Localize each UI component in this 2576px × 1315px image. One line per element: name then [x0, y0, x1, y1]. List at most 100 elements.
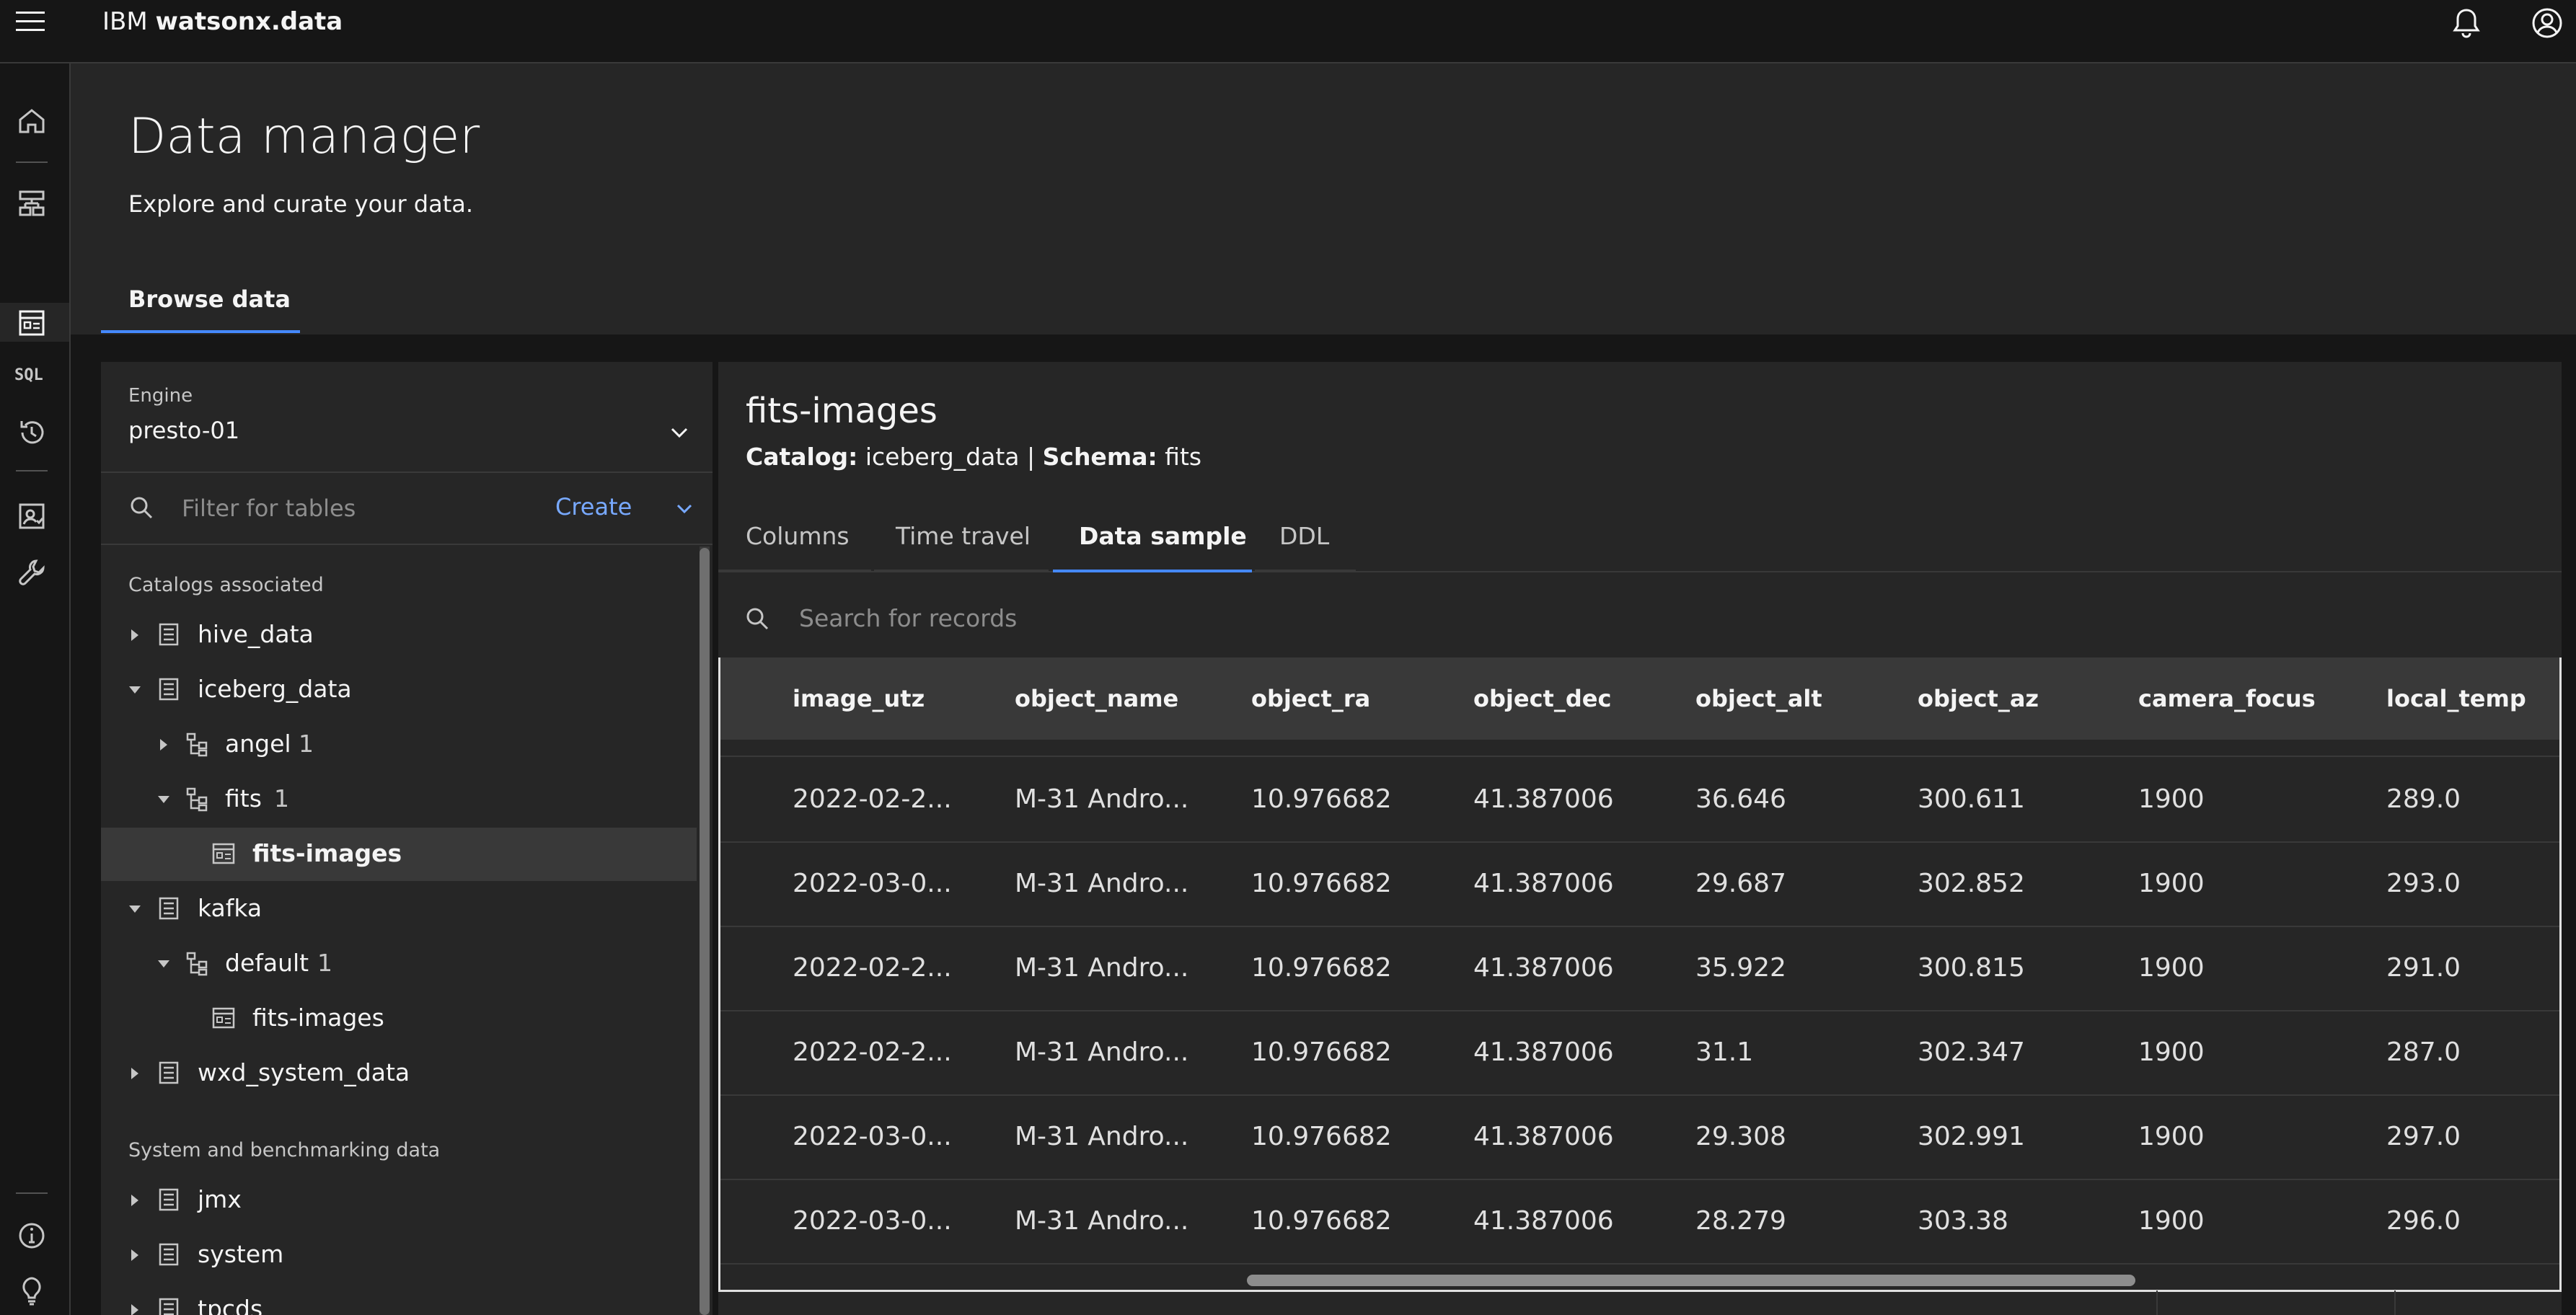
- caret-right-icon[interactable]: [127, 1192, 143, 1208]
- tree-node-label: angel: [225, 730, 291, 758]
- filter-tables-input[interactable]: [182, 490, 542, 526]
- sql-icon[interactable]: SQL: [14, 366, 43, 384]
- tree-node-label: default: [225, 949, 309, 977]
- rail-divider: [16, 1192, 48, 1194]
- tree-node-tpcds[interactable]: tpcds: [101, 1283, 697, 1315]
- infrastructure-icon[interactable]: [16, 187, 48, 219]
- caret-right-icon[interactable]: [127, 1066, 143, 1081]
- lightbulb-icon[interactable]: [16, 1275, 48, 1306]
- search-icon: [746, 608, 769, 630]
- configurations-icon[interactable]: [16, 557, 48, 588]
- table-cell: 41.387006: [1473, 1122, 1614, 1151]
- bell-icon[interactable]: [2449, 6, 2484, 40]
- table-row[interactable]: 2022-02-2... M-31 Andro... 10.976682 41.…: [720, 1011, 2559, 1096]
- caret-down-icon[interactable]: [127, 901, 143, 917]
- schema-icon: [186, 732, 208, 757]
- query-history-icon[interactable]: [16, 417, 48, 448]
- tree-node-fits-images[interactable]: fits-images: [101, 992, 697, 1045]
- records-search-bar: [718, 581, 2562, 655]
- tree-scrollbar-thumb[interactable]: [700, 548, 710, 1315]
- table-row[interactable]: 2022-02-2... M-31 Andro... 10.976682 41.…: [720, 758, 2559, 843]
- column-header[interactable]: object_az: [1918, 685, 2039, 712]
- tab-browse-data[interactable]: Browse data: [101, 277, 300, 333]
- tree-node-fits-images-selected[interactable]: fits-images: [101, 828, 697, 881]
- catalogs-section-label: Catalogs associated: [128, 574, 324, 596]
- table-cell: 2022-03-0...: [793, 1122, 952, 1151]
- caret-right-icon[interactable]: [156, 737, 172, 753]
- caret-right-icon[interactable]: [127, 627, 143, 643]
- table-cell: M-31 Andro...: [1015, 953, 1189, 983]
- table-cell: M-31 Andro...: [1015, 1206, 1189, 1236]
- info-icon[interactable]: [16, 1220, 48, 1252]
- page-header: Data manager Explore and curate your dat…: [71, 63, 2576, 335]
- tree-node-angel[interactable]: angel 1: [101, 718, 697, 771]
- catalog-icon: [159, 623, 179, 646]
- table-row[interactable]: 2022-02-2... M-31 Andro... 10.976682 41.…: [720, 927, 2559, 1011]
- table-cell: 10.976682: [1251, 869, 1392, 898]
- tab-label: Time travel: [896, 522, 1031, 550]
- tab-data-sample[interactable]: Data sample: [1053, 503, 1252, 572]
- caret-right-icon[interactable]: [127, 1247, 143, 1263]
- column-header[interactable]: camera_focus: [2138, 685, 2316, 712]
- table-title: fits-images: [746, 391, 938, 431]
- horizontal-scrollbar[interactable]: [1247, 1275, 2135, 1286]
- search-records-input[interactable]: [799, 600, 1809, 636]
- tree-node-jmx[interactable]: jmx: [101, 1174, 697, 1227]
- tree-node-label: tpcds: [198, 1295, 263, 1315]
- table-cell: 10.976682: [1251, 784, 1392, 814]
- tab-time-travel[interactable]: Time travel: [874, 503, 1049, 572]
- table-cell: 31.1: [1695, 1037, 1754, 1067]
- engine-dropdown[interactable]: presto-01: [128, 417, 239, 444]
- table-cell: 29.687: [1695, 869, 1786, 898]
- column-header[interactable]: local_temp: [2386, 685, 2526, 712]
- tab-columns[interactable]: Columns: [718, 503, 871, 572]
- caret-right-icon[interactable]: [127, 1302, 143, 1315]
- column-header[interactable]: object_dec: [1473, 685, 1611, 712]
- catalog-icon: [159, 1188, 179, 1211]
- tree-node-fits[interactable]: fits 1: [101, 773, 697, 826]
- tree-node-label: fits-images: [252, 1004, 384, 1032]
- tree-node-wxd-system-data[interactable]: wxd_system_data: [101, 1047, 697, 1100]
- schema-label: Schema:: [1042, 443, 1157, 471]
- table-cell: 2022-02-2...: [793, 1037, 952, 1067]
- table-icon: [212, 843, 235, 864]
- create-button[interactable]: Create: [555, 490, 700, 526]
- product-name[interactable]: IBM watsonx.data: [102, 6, 343, 37]
- caret-down-icon[interactable]: [156, 792, 172, 807]
- user-avatar-icon[interactable]: [2530, 6, 2564, 40]
- tree-node-label: wxd_system_data: [198, 1058, 410, 1086]
- column-header[interactable]: image_utz: [793, 685, 925, 712]
- catalog-icon: [159, 1298, 179, 1315]
- caret-down-icon[interactable]: [127, 682, 143, 698]
- column-header[interactable]: object_ra: [1251, 685, 1370, 712]
- tree-node-label: fits: [225, 784, 262, 813]
- tree-node-hive-data[interactable]: hive_data: [101, 608, 697, 662]
- column-header[interactable]: object_name: [1015, 685, 1178, 712]
- tab-ddl[interactable]: DDL: [1255, 503, 1356, 572]
- table-cell: 1900: [2138, 869, 2205, 898]
- tree-node-iceberg-data[interactable]: iceberg_data: [101, 663, 697, 717]
- column-header[interactable]: object_alt: [1695, 685, 1822, 712]
- table-row[interactable]: 2022-03-0... M-31 Andro... 10.976682 41.…: [720, 1180, 2559, 1265]
- data-manager-icon[interactable]: [16, 307, 48, 339]
- menu-icon[interactable]: [16, 10, 48, 33]
- table-cell: 300.611: [1918, 784, 2025, 814]
- caret-down-icon[interactable]: [156, 956, 172, 972]
- tree-node-system[interactable]: system: [101, 1228, 697, 1282]
- home-icon[interactable]: [16, 105, 48, 137]
- table-cell: 293.0: [2386, 869, 2461, 898]
- chevron-down-icon[interactable]: [666, 420, 692, 446]
- tree-node-default[interactable]: default 1: [101, 937, 697, 991]
- tree-node-kafka[interactable]: kafka: [101, 882, 697, 936]
- table-row[interactable]: 2022-03-0... M-31 Andro... 10.976682 41.…: [720, 843, 2559, 927]
- table-cell: M-31 Andro...: [1015, 784, 1189, 814]
- tab-label: Data sample: [1079, 522, 1247, 550]
- table-cell: 41.387006: [1473, 1206, 1614, 1236]
- top-header: IBM watsonx.data: [0, 0, 2576, 63]
- access-control-icon[interactable]: [16, 500, 48, 532]
- data-sample-table: image_utz object_name object_ra object_d…: [718, 658, 2562, 1292]
- tab-label: Columns: [746, 522, 850, 550]
- table-row[interactable]: 2022-03-0... M-31 Andro... 10.976682 41.…: [720, 1096, 2559, 1180]
- footer-divider: [2394, 1290, 2396, 1315]
- chevron-down-icon: [676, 504, 692, 514]
